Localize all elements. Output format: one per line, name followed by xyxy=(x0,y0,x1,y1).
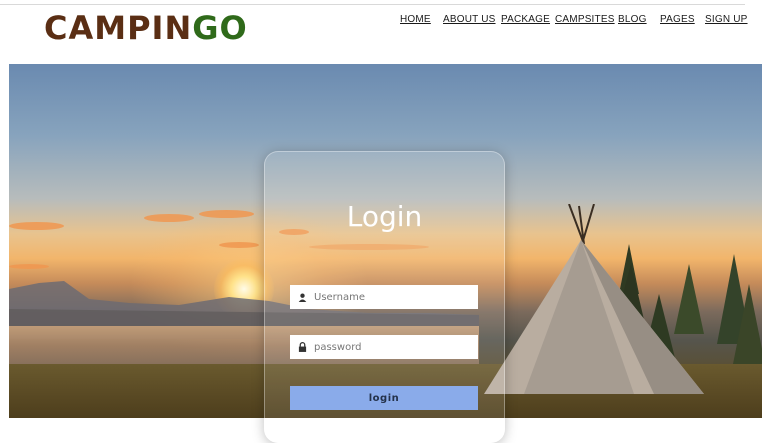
login-button[interactable]: login xyxy=(290,386,478,410)
cloud xyxy=(9,222,64,230)
login-panel: Login Username password login xyxy=(264,151,505,443)
nav-home[interactable]: HOME xyxy=(400,14,431,25)
cloud xyxy=(144,214,194,222)
lock-icon xyxy=(290,342,314,352)
username-placeholder: Username xyxy=(314,291,365,303)
site-header: CAMPINGO HOME ABOUT US PACKAGE CAMPSITES… xyxy=(0,0,762,64)
nav-about-us[interactable]: ABOUT US xyxy=(443,14,496,25)
nav-sign-up[interactable]: SIGN UP xyxy=(705,14,748,25)
nav-blog[interactable]: BLOG xyxy=(618,14,647,25)
logo-text-part2: GO xyxy=(192,9,248,47)
password-input[interactable]: password xyxy=(290,335,478,359)
user-icon xyxy=(290,293,314,302)
nav-pages[interactable]: PAGES xyxy=(660,14,695,25)
cloud xyxy=(199,210,254,218)
nav-campsites[interactable]: CAMPSITES xyxy=(555,14,615,25)
password-placeholder: password xyxy=(314,341,362,353)
header-divider xyxy=(0,4,745,5)
nav-package[interactable]: PACKAGE xyxy=(501,14,550,25)
main-nav: HOME ABOUT US PACKAGE CAMPSITES BLOG PAG… xyxy=(400,14,747,30)
site-logo[interactable]: CAMPINGO xyxy=(44,8,248,48)
username-input[interactable]: Username xyxy=(290,285,478,309)
login-title: Login xyxy=(346,200,423,233)
cloud xyxy=(219,242,259,248)
logo-text-part1: CAMPIN xyxy=(44,9,193,47)
